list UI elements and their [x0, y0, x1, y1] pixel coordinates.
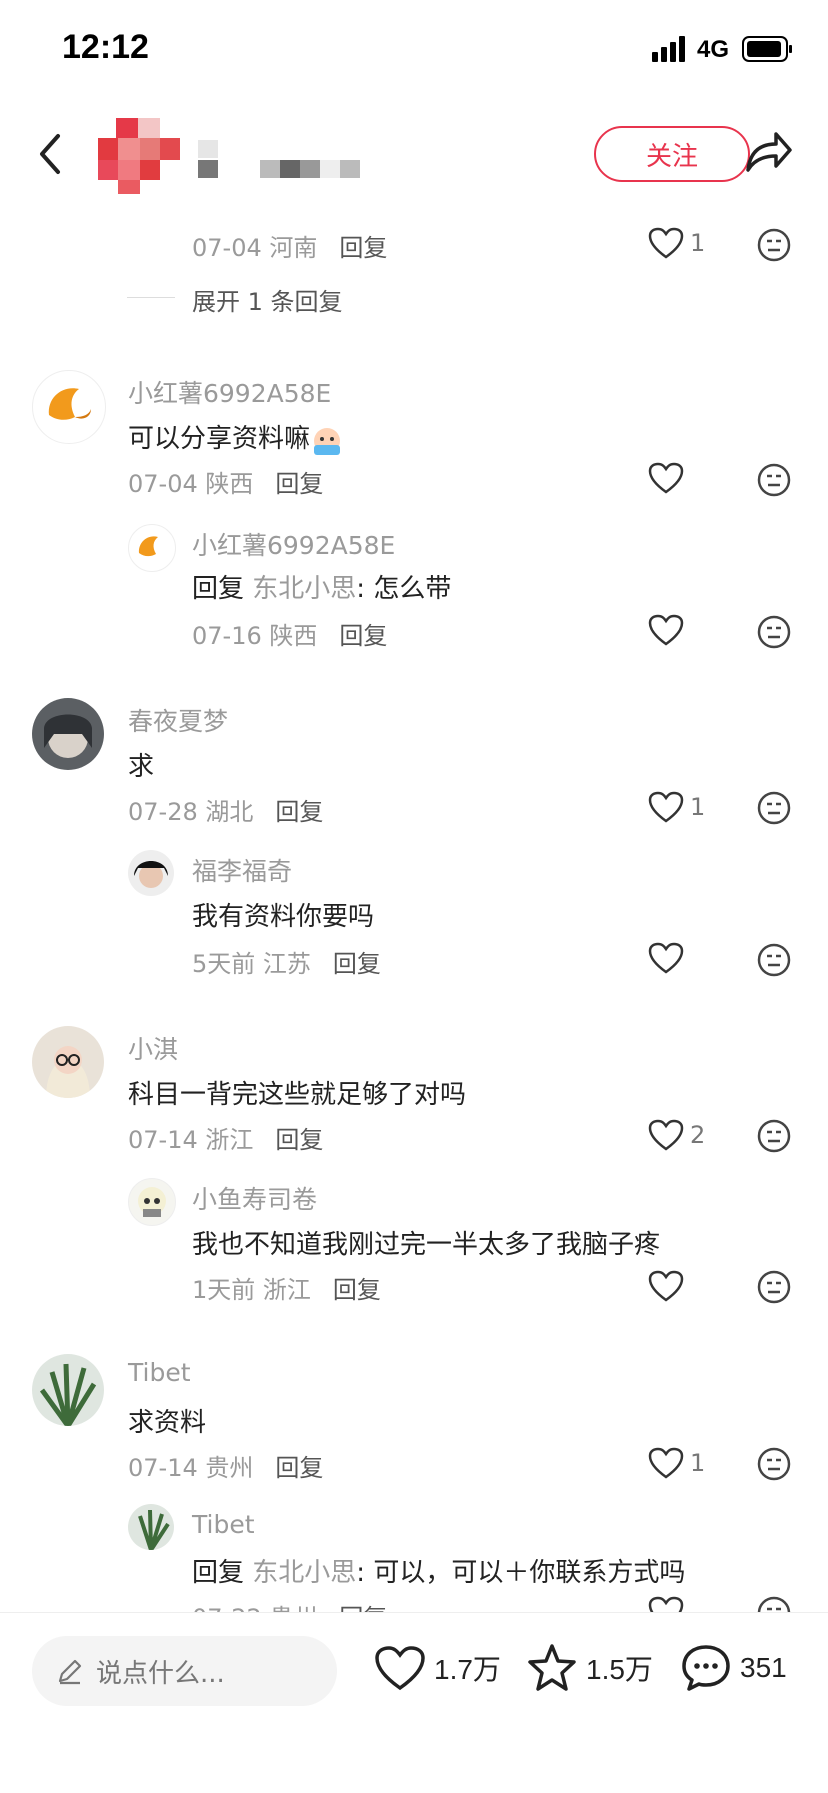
comment-meta: 07-14 贵州 回复	[128, 1454, 324, 1482]
emoji-reaction-icon[interactable]	[757, 943, 791, 977]
avatar[interactable]	[128, 524, 176, 572]
reply-button[interactable]: 回复	[333, 950, 381, 978]
emoji-reaction-icon[interactable]	[757, 463, 791, 497]
reply-target[interactable]: 东北小思	[252, 574, 356, 604]
comment-text: 我也不知道我刚过完一半太多了我脑子疼	[192, 1230, 661, 1260]
heart-icon	[648, 942, 684, 974]
comment-text: 回复 东北小思: 可以，可以＋你联系方式吗	[192, 1558, 686, 1588]
username[interactable]: Tibet	[192, 1510, 255, 1539]
comment-meta: 07-16 陕西 回复	[192, 622, 388, 650]
heart-icon	[648, 227, 684, 259]
heart-icon[interactable]	[648, 1596, 684, 1612]
avatar[interactable]	[32, 1026, 104, 1098]
username[interactable]: 小淇	[128, 1030, 178, 1066]
reply-button[interactable]: 回复	[333, 1276, 381, 1304]
comment-list[interactable]: 07-04 河南 回复 1 展开 1 条回复 小红薯6992A58E 可以分享资料…	[0, 0, 828, 1612]
favorite-button[interactable]: 1.5万	[526, 1643, 653, 1693]
username[interactable]: 小红薯6992A58E	[128, 374, 331, 410]
emoji-reaction-icon[interactable]	[757, 1119, 791, 1153]
username[interactable]: 春夜夏梦	[128, 702, 228, 738]
comment-text: 求	[128, 752, 155, 782]
like-button[interactable]	[648, 462, 684, 494]
comment-meta: 07-14 浙江 回复	[128, 1126, 324, 1154]
reply-button[interactable]: 回复	[339, 234, 387, 262]
star-icon	[528, 1644, 576, 1691]
comment-bubble-icon	[682, 1645, 730, 1691]
emoji-reaction-icon[interactable]	[757, 228, 791, 262]
emoji-reaction-icon[interactable]	[757, 1270, 791, 1304]
comment-input-placeholder: 说点什么...	[96, 1658, 225, 1689]
avatar[interactable]	[32, 1354, 104, 1426]
heart-icon	[375, 1646, 425, 1691]
heart-icon	[648, 462, 684, 494]
heart-icon	[648, 791, 684, 823]
comment-input[interactable]: 说点什么...	[32, 1636, 337, 1706]
pencil-icon	[58, 1659, 82, 1685]
avatar[interactable]	[32, 370, 106, 444]
comment-meta: 07-28 湖北 回复	[128, 798, 324, 826]
like-button[interactable]	[648, 614, 684, 646]
emoji-reaction-icon[interactable]	[757, 791, 791, 825]
heart-icon	[648, 1119, 684, 1151]
avatar[interactable]	[128, 850, 174, 896]
username[interactable]: 福李福奇	[192, 852, 292, 888]
expand-replies-button[interactable]: 展开 1 条回复	[192, 282, 343, 317]
avatar[interactable]	[128, 1178, 176, 1226]
comment-count: 351	[740, 1652, 787, 1683]
like-post-button[interactable]: 1.7万	[374, 1645, 501, 1691]
comment-text: 回复 东北小思: 怎么带	[192, 574, 452, 604]
heart-icon	[648, 1447, 684, 1479]
comment-button[interactable]: 351	[680, 1643, 787, 1693]
emoji-reaction-icon[interactable]	[757, 615, 791, 649]
like-button[interactable]: 1	[648, 227, 705, 259]
reply-button[interactable]: 回复	[275, 798, 323, 826]
comment-text: 科目一背完这些就足够了对吗	[128, 1080, 467, 1110]
comment-meta: 07-04 陕西 回复	[128, 470, 324, 498]
reply-button[interactable]: 回复	[275, 1454, 323, 1482]
username[interactable]: 小鱼寿司卷	[192, 1180, 317, 1216]
reply-button[interactable]: 回复	[275, 1126, 323, 1154]
like-count: 1.7万	[434, 1654, 501, 1685]
like-button[interactable]: 2	[648, 1119, 705, 1151]
like-button[interactable]: 1	[648, 791, 705, 823]
expand-divider	[127, 297, 175, 298]
emoji-sticker-icon	[314, 427, 341, 455]
comment-text: 我有资料你要吗	[192, 902, 375, 932]
like-button[interactable]	[648, 1270, 684, 1302]
comment-meta: 07-04 河南 回复	[192, 234, 388, 262]
comment-meta: 1天前 浙江 回复	[192, 1276, 381, 1304]
like-button[interactable]	[648, 942, 684, 974]
avatar[interactable]	[128, 1504, 174, 1550]
like-button[interactable]: 1	[648, 1447, 705, 1479]
heart-icon	[648, 614, 684, 646]
reply-button[interactable]: 回复	[275, 470, 323, 498]
reply-target[interactable]: 东北小思	[252, 1558, 356, 1588]
comment-meta: 07-22 贵州回复	[192, 1598, 387, 1612]
comment-text: 可以分享资料嘛	[128, 418, 344, 455]
username[interactable]: Tibet	[128, 1358, 191, 1387]
emoji-reaction-icon[interactable]	[757, 1596, 791, 1612]
comment-text: 求资料	[128, 1408, 207, 1438]
username[interactable]: 小红薯6992A58E	[192, 526, 395, 562]
comment-meta: 5天前 江苏 回复	[192, 950, 381, 978]
reply-button[interactable]: 回复	[339, 622, 387, 650]
emoji-reaction-icon[interactable]	[757, 1447, 791, 1481]
avatar[interactable]	[32, 698, 104, 770]
reply-button[interactable]: 回复	[339, 1604, 387, 1612]
favorite-count: 1.5万	[586, 1654, 653, 1685]
heart-icon	[648, 1270, 684, 1302]
